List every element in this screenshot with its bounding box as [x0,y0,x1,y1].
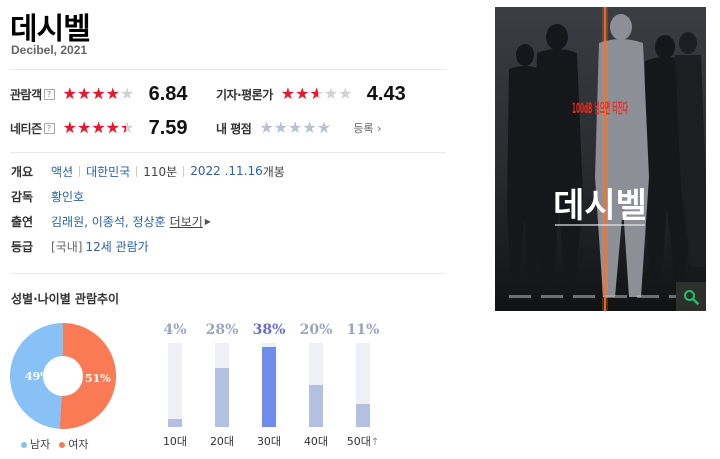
critic-rating-label: 기자·평론가 [216,87,273,102]
pie-label-female: 51% [85,372,111,385]
netizen-rating: 네티즌 ? ★★★★★★★★★★ 7.59 [10,115,188,141]
age-pct: 4% [163,322,187,338]
age-pct: 20% [299,322,333,338]
cast-label: 출연 [11,214,34,229]
age-label: 40대 [303,435,329,448]
help-icon[interactable]: ? [43,122,55,134]
my-rating: 내 평점 ★★★★★ 등록 › [216,115,381,141]
netizen-rating-label: 네티즌 [10,121,42,136]
cast-row: 출연 김래원, 이종석, 정상훈 더보기 ▶ [11,212,211,230]
age-bar-40s: 20% 40대 [296,322,336,449]
magnifier-icon [684,289,699,305]
movie-title: 데시벨 [10,12,91,47]
director-link[interactable]: 황인호 [51,188,84,205]
overview-row: 개요 액션 대한민국 110분 2022 .11.16 개봉 [11,162,285,180]
grade-region: [국내] [51,239,83,254]
poster-image: 100dB 넘으면 터진다 데시벨 [495,7,706,311]
gender-legend: 남자 여자 [21,436,89,452]
overview-label: 개요 [11,164,34,179]
netizen-stars: ★★★★★★★★★★ [62,118,135,137]
age-bar-10s: 4% 10대 [155,322,195,449]
poster-title: 데시벨 [553,186,647,226]
cast-links[interactable]: 김래원, 이종석, 정상훈 [51,213,166,230]
age-bar-track [309,343,323,427]
genre-link[interactable]: 액션 [51,163,73,180]
critic-stars: ★★★★★★★★★★ [280,84,353,103]
audience-stars-fill: ★★★★★ [62,86,120,102]
director-label: 감독 [11,189,34,204]
chevron-right-icon: › [377,122,382,135]
movie-subtitle: Decibel, 2021 [11,43,88,57]
age-bar-50s: 11% 50대↑ [343,322,383,449]
age-bar-track [356,343,370,427]
netizen-score: 7.59 [148,116,188,139]
movie-poster[interactable]: 100dB 넘으면 터진다 데시벨 [495,7,706,311]
director-row: 감독 황인호 [11,187,84,205]
audience-score: 6.84 [148,82,188,105]
audience-stars: ★★★★★★★★★★ [62,84,135,103]
grade-label: 등급 [11,239,34,254]
runtime: 110분 [143,164,178,179]
age-label: 20대 [209,435,235,448]
age-bar-fill [215,368,229,427]
age-pct: 28% [205,322,239,338]
legend-item-male: 남자 [21,436,50,452]
age-bar-fill [309,385,323,427]
separator [136,165,138,177]
pie-label-male: 49% [25,370,51,383]
release-suffix: 개봉 [262,164,285,179]
caret-right-icon: ▶ [204,216,211,226]
legend-item-female: 여자 [59,436,89,452]
divider [10,69,446,70]
age-bar-track [215,343,229,427]
legend-dot [59,442,66,448]
age-bar-track [262,343,276,427]
audience-rating: 관람객 ? ★★★★★★★★★★ 6.84 [10,81,188,107]
my-rating-stars[interactable]: ★★★★★ [259,120,343,136]
critic-stars-fill: ★★★★★ [280,86,318,102]
age-label: 30대 [256,435,282,448]
age-bar-fill [356,403,370,427]
age-bar-30s: 38% 30대 [249,322,289,449]
age-bar-20s: 28% 20대 [202,322,242,449]
poster-tagline: 100dB 넘으면 터진다 [572,100,628,117]
age-bar-fill [168,418,182,427]
my-rating-label: 내 평점 [216,121,252,136]
netizen-stars-fill: ★★★★★ [62,120,127,136]
age-bar-track [168,343,182,427]
more-cast-link[interactable]: 더보기 [170,213,203,230]
grade-row: 등급 [국내] 12세 관람가 [11,237,149,255]
critic-rating: 기자·평론가 ★★★★★★★★★★ 4.43 [216,81,406,107]
age-label: 50대↑ [346,435,380,448]
age-pct: 38% [252,322,286,338]
zoom-poster-button[interactable] [676,282,706,311]
critic-score: 4.43 [366,82,406,105]
separator [183,165,185,177]
arrow-up-icon: ↑ [370,437,380,448]
divider [10,152,446,153]
grade-link[interactable]: 12세 관람가 [85,238,148,255]
age-pct: 11% [346,322,380,338]
separator [79,165,81,177]
age-label: 10대 [162,435,188,448]
country-link[interactable]: 대한민국 [86,163,130,180]
trend-section-title: 성별·나이별 관람추이 [11,292,120,306]
help-icon[interactable]: ? [43,88,55,100]
divider [10,273,446,274]
register-rating-link[interactable]: 등록 › [353,120,381,136]
age-bar-fill [262,347,276,427]
release-date-link[interactable]: 2022 .11.16 [190,164,263,178]
legend-dot [21,442,27,448]
gender-pie-chart: 49% 51% [10,323,116,429]
audience-rating-label: 관람객 [10,87,42,102]
